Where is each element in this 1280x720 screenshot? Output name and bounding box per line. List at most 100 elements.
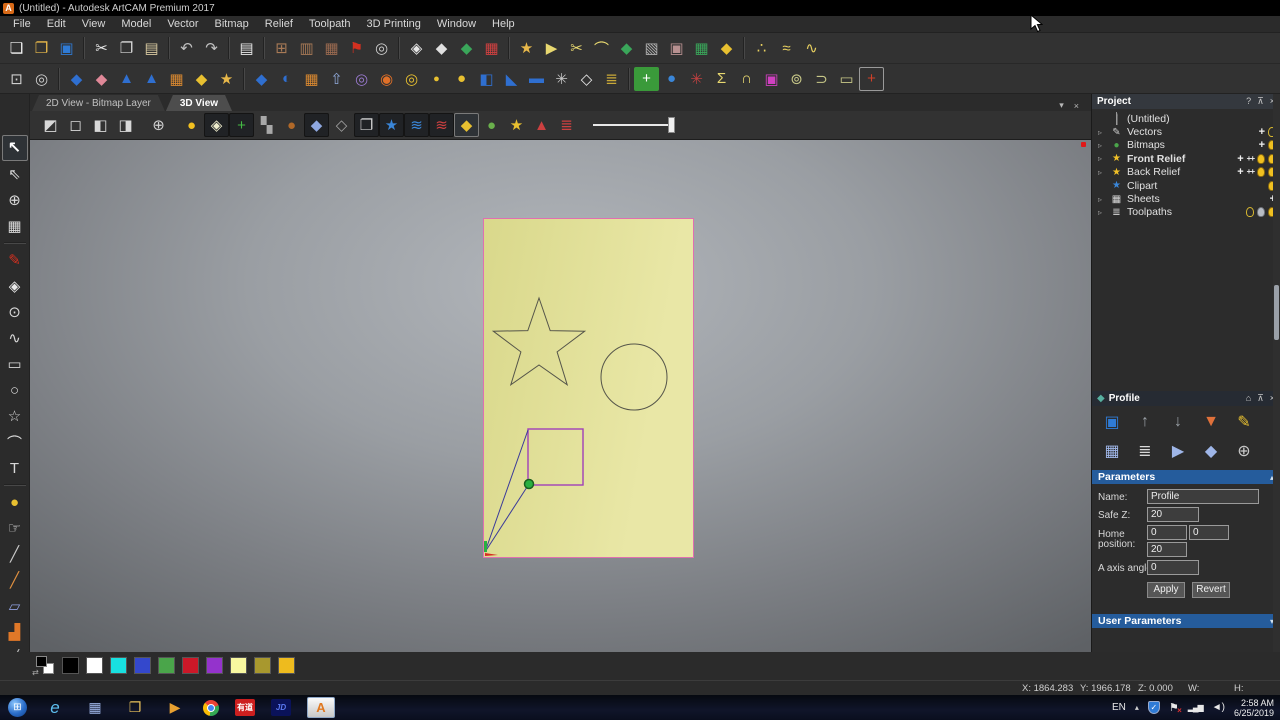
tree-item-sheets[interactable]: ▹▦Sheets+ (1098, 192, 1276, 205)
sheet-blue-icon[interactable]: ▬ (524, 67, 549, 91)
taskbar-ie[interactable]: e (43, 698, 67, 718)
stamp-icon[interactable]: ▟ (2, 619, 28, 645)
white-diamond-icon[interactable]: ◇ (574, 67, 599, 91)
home-y-field[interactable] (1189, 525, 1229, 540)
sculpt-icon[interactable]: ✳ (549, 67, 574, 91)
layers-red-icon[interactable]: ≋ (429, 113, 454, 137)
palette-swatch-7[interactable] (230, 657, 247, 674)
expand-icon[interactable]: ▹ (1098, 168, 1106, 177)
droplet-icon[interactable]: ● (2, 489, 28, 515)
taskbar-jd[interactable]: JD (271, 699, 291, 716)
origin-axes-icon[interactable]: + (229, 113, 254, 137)
panel-scrollbar[interactable] (1273, 94, 1280, 652)
relief-light-icon[interactable]: ◆ (714, 36, 739, 60)
taskbar-artcam[interactable]: A (307, 697, 335, 718)
volume-icon[interactable]: ◄) (1212, 702, 1225, 713)
relief-yellow-icon[interactable]: ◆ (454, 113, 479, 137)
profile-pin-icon[interactable]: ⊼ (1257, 393, 1264, 404)
toolpath-notes-icon[interactable]: ≣ (1133, 440, 1157, 462)
primary-secondary-colors[interactable]: ⇄ (36, 656, 58, 676)
measure-icon[interactable]: ⊙ (2, 299, 28, 325)
select-icon[interactable]: ↖ (2, 135, 28, 161)
network-icon[interactable]: ▂▄▆ (1188, 703, 1203, 712)
peaks-icon[interactable]: ▲ (139, 67, 164, 91)
tab-close-icon[interactable]: × (1074, 101, 1079, 111)
distort-icon[interactable]: ▦ (2, 213, 28, 239)
add-pair-icon[interactable]: ++ (1247, 167, 1254, 177)
add-icon[interactable]: + (1237, 154, 1243, 164)
orbit-view-icon[interactable]: ◎ (29, 67, 54, 91)
canvas-3d-view[interactable] (30, 140, 1091, 652)
maze-icon[interactable]: ▣ (664, 36, 689, 60)
greyscale-icon[interactable]: ▶ (539, 36, 564, 60)
palette-swatch-0[interactable] (62, 657, 79, 674)
expand-icon[interactable]: ▹ (1098, 195, 1106, 204)
cut-icon[interactable]: ✂ (89, 36, 114, 60)
zoom-in-icon[interactable]: ⊕ (146, 113, 171, 137)
a-axis-field[interactable] (1147, 560, 1199, 575)
spindle-icon[interactable]: ◎ (369, 36, 394, 60)
node-edit-icon[interactable]: ⇖ (2, 161, 28, 187)
nesting-lines-icon[interactable]: ≈ (774, 36, 799, 60)
home-icon[interactable]: ⌂ (1246, 393, 1251, 404)
parameters-header[interactable]: Parameters ▴ (1092, 470, 1280, 484)
name-field[interactable] (1147, 489, 1259, 504)
view-top-icon[interactable]: ◻ (63, 113, 88, 137)
move-down-icon[interactable]: ↓ (1166, 411, 1190, 433)
block-gray-icon[interactable]: ◇ (329, 113, 354, 137)
tree-item-bitmaps[interactable]: ▹●Bitmaps+ (1098, 139, 1276, 152)
bulb-outline-icon[interactable] (1246, 207, 1254, 217)
copy-relief-icon[interactable]: ▦ (689, 36, 714, 60)
reference-book-icon[interactable]: ▧ (639, 36, 664, 60)
slider-track[interactable] (593, 124, 671, 126)
open-shape-icon[interactable]: ⊃ (809, 67, 834, 91)
eraser-tool-icon[interactable]: ▱ (2, 593, 28, 619)
expand-icon[interactable]: ▹ (1098, 128, 1106, 137)
taskbar-explorer[interactable]: ❐ (123, 698, 147, 718)
reduce-colors-icon[interactable]: ▦ (479, 36, 504, 60)
undo-icon[interactable]: ↶ (174, 36, 199, 60)
hidden-icons-icon[interactable]: ▴ (1135, 703, 1139, 712)
tree-item-front-relief[interactable]: ▹★Front Relief+++ (1098, 152, 1276, 165)
airbrush-icon[interactable]: ╱ (2, 541, 28, 567)
zoom-select-icon[interactable]: ⊡ (4, 67, 29, 91)
home-x-field[interactable] (1147, 525, 1187, 540)
tree-item-clipart[interactable]: ★Clipart (1098, 179, 1276, 192)
arc-tool-icon[interactable]: ⌒ (2, 429, 28, 455)
taskbar-calculator[interactable]: ▦ (83, 698, 107, 718)
chisel-icon[interactable]: ╱ (2, 567, 28, 593)
save-toolpath-icon[interactable]: ▣ (1100, 411, 1124, 433)
notes-icon[interactable]: ▤ (234, 36, 259, 60)
star-search-icon[interactable]: ★ (504, 113, 529, 137)
help-icon[interactable]: ? (1246, 96, 1251, 107)
tree-item-back-relief[interactable]: ▹★Back Relief+++ (1098, 166, 1276, 179)
layers-blue-icon[interactable]: ≋ (404, 113, 429, 137)
redo-icon[interactable]: ↷ (199, 36, 224, 60)
menu-toolpath[interactable]: Toolpath (302, 17, 358, 31)
fit-curve-icon[interactable]: ∿ (799, 36, 824, 60)
clipart-folder-icon[interactable]: ★ (214, 67, 239, 91)
add-pair-icon[interactable]: ++ (1247, 154, 1254, 164)
puzzle-icon[interactable]: ▚ (254, 113, 279, 137)
pencil-icon[interactable]: ✎ (2, 247, 28, 273)
transform-toolpath-icon[interactable]: ⊕ (1232, 440, 1256, 462)
palette-swatch-9[interactable] (278, 657, 295, 674)
bulb-icon[interactable] (1257, 167, 1265, 177)
view-iso-icon[interactable]: ◩ (38, 113, 63, 137)
nesting-dots-icon[interactable]: ∴ (749, 36, 774, 60)
smooth-relief-icon[interactable]: ◆ (454, 36, 479, 60)
set-model-size-icon[interactable]: ⊞ (269, 36, 294, 60)
flip-relief-icon[interactable]: ◧ (474, 67, 499, 91)
open-model-icon[interactable]: ❐ (29, 36, 54, 60)
user-parameters-header[interactable]: User Parameters ▾ (1092, 614, 1280, 628)
tab-dropdown-icon[interactable]: ▾ (1059, 100, 1064, 111)
tree-item--untitled-[interactable]: (Untitled) (1098, 112, 1276, 125)
clock[interactable]: 2:58 AM 6/25/2019 (1234, 698, 1274, 718)
dot-yellow-icon[interactable]: ● (449, 67, 474, 91)
slider-handle[interactable] (668, 117, 675, 133)
add-icon[interactable]: + (1237, 167, 1243, 177)
expand-icon[interactable]: ▹ (1098, 154, 1106, 163)
menu-help[interactable]: Help (485, 17, 522, 31)
move-box-icon[interactable]: + (859, 67, 884, 91)
trim-vectors-icon[interactable]: ✂ (564, 36, 589, 60)
